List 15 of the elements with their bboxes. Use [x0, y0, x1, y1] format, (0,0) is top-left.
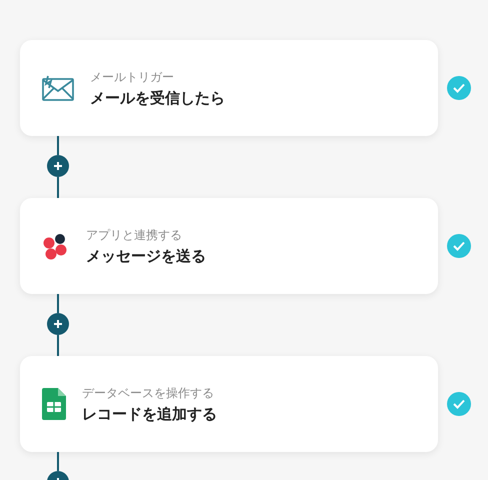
step-title: レコードを追加する [82, 404, 217, 424]
step-category: メールトリガー [90, 68, 175, 86]
envelope-icon [42, 75, 74, 101]
step-title: メッセージを送る [86, 246, 206, 266]
step-title: メールを受信したら [90, 88, 225, 108]
step-category: データベースを操作する [82, 384, 215, 402]
step-category: アプリと連携する [86, 226, 183, 244]
add-step-button[interactable] [47, 155, 69, 177]
plus-icon [53, 319, 63, 329]
step-card[interactable]: メールトリガー メールを受信したら [20, 40, 438, 136]
plus-icon [53, 161, 63, 171]
step-card[interactable]: データベースを操作する レコードを追加する [20, 356, 438, 452]
step-card[interactable]: アプリと連携する メッセージを送る [20, 198, 438, 294]
spreadsheet-icon [42, 388, 66, 420]
add-step-button[interactable] [47, 313, 69, 335]
